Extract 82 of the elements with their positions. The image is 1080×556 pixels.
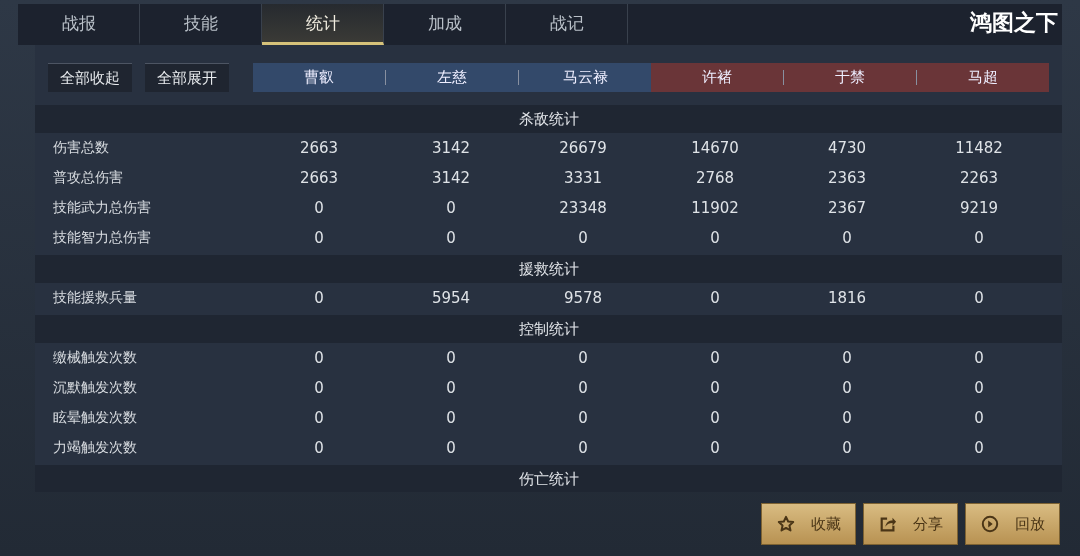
stat-label: 力竭触发次数 — [52, 439, 138, 457]
stat-value: 26679 — [558, 139, 608, 157]
stat-value: 0 — [313, 379, 325, 397]
stat-value: 0 — [709, 229, 721, 247]
stat-value: 0 — [841, 379, 853, 397]
stat-label: 伤害总数 — [52, 139, 110, 157]
replay-icon — [980, 515, 999, 533]
stat-value: 0 — [577, 229, 589, 247]
stat-value: 0 — [445, 229, 457, 247]
stat-label: 技能智力总伤害 — [52, 229, 152, 247]
stat-value: 0 — [445, 199, 457, 217]
stat-value: 0 — [709, 409, 721, 427]
stat-value: 0 — [445, 439, 457, 457]
stat-value: 0 — [709, 349, 721, 367]
stat-value: 0 — [973, 409, 985, 427]
hero-name: 左慈 — [385, 70, 518, 85]
stat-value: 0 — [973, 289, 985, 307]
stat-value: 3142 — [430, 169, 472, 187]
stat-value: 0 — [313, 349, 325, 367]
footer-button[interactable]: 收藏 — [761, 503, 856, 545]
hero-name: 马超 — [916, 70, 1049, 85]
footer-button[interactable]: 回放 — [965, 503, 1060, 545]
hero-name: 许褚 — [701, 70, 733, 85]
stat-value: 0 — [313, 199, 325, 217]
stat-label: 眩晕触发次数 — [52, 409, 138, 427]
stat-value: 2663 — [298, 169, 340, 187]
stat-value: 23348 — [558, 199, 608, 217]
stat-value: 0 — [445, 349, 457, 367]
hero-name: 曹叡 — [303, 70, 335, 85]
stat-value: 3331 — [562, 169, 604, 187]
stat-value: 0 — [841, 229, 853, 247]
tab[interactable]: 统计 — [262, 4, 384, 45]
stat-label: 沉默触发次数 — [52, 379, 138, 397]
stat-value: 0 — [973, 379, 985, 397]
section-title: 援救统计 — [518, 259, 579, 279]
stat-value: 3142 — [430, 139, 472, 157]
stat-label: 缴械触发次数 — [52, 349, 138, 367]
game-logo: 鸿图之下 — [969, 10, 1059, 35]
stat-value: 0 — [973, 349, 985, 367]
stat-value: 11902 — [690, 199, 740, 217]
hero-name: 于禁 — [783, 70, 916, 85]
action-button[interactable]: 全部展开 — [145, 63, 229, 92]
stat-value: 9219 — [958, 199, 1000, 217]
action-button[interactable]: 全部收起 — [48, 63, 132, 92]
stat-value: 2263 — [958, 169, 1000, 187]
share-icon — [878, 515, 897, 533]
stat-label: 技能援救兵量 — [52, 289, 138, 307]
stat-value: 0 — [445, 379, 457, 397]
stat-value: 9578 — [562, 289, 604, 307]
stat-value: 1816 — [826, 289, 868, 307]
stat-value: 0 — [973, 229, 985, 247]
star-icon — [776, 515, 795, 533]
stat-value: 0 — [841, 409, 853, 427]
stat-value: 0 — [709, 439, 721, 457]
section-title: 伤亡统计 — [518, 469, 579, 489]
stat-value: 0 — [577, 379, 589, 397]
stat-value: 0 — [313, 409, 325, 427]
stat-value: 0 — [313, 289, 325, 307]
stat-value: 0 — [709, 379, 721, 397]
stat-value: 0 — [577, 439, 589, 457]
stat-value: 5954 — [430, 289, 472, 307]
section-title: 控制统计 — [518, 319, 579, 339]
stat-label: 技能武力总伤害 — [52, 199, 152, 217]
stat-label: 普攻总伤害 — [52, 169, 124, 187]
stat-value: 0 — [577, 409, 589, 427]
stat-value: 0 — [313, 229, 325, 247]
stat-value: 0 — [973, 439, 985, 457]
stat-value: 0 — [313, 439, 325, 457]
stat-value: 14670 — [690, 139, 740, 157]
stat-value: 0 — [445, 409, 457, 427]
stat-value: 11482 — [954, 139, 1004, 157]
stat-value: 0 — [841, 439, 853, 457]
stat-value: 2367 — [826, 199, 868, 217]
footer-button[interactable]: 分享 — [863, 503, 958, 545]
stat-value: 0 — [709, 289, 721, 307]
stat-value: 0 — [577, 349, 589, 367]
stat-value: 2768 — [694, 169, 736, 187]
section-title: 杀敌统计 — [518, 109, 579, 129]
stat-value: 2363 — [826, 169, 868, 187]
stat-value: 4730 — [826, 139, 868, 157]
stat-value: 0 — [841, 349, 853, 367]
stat-value: 2663 — [298, 139, 340, 157]
